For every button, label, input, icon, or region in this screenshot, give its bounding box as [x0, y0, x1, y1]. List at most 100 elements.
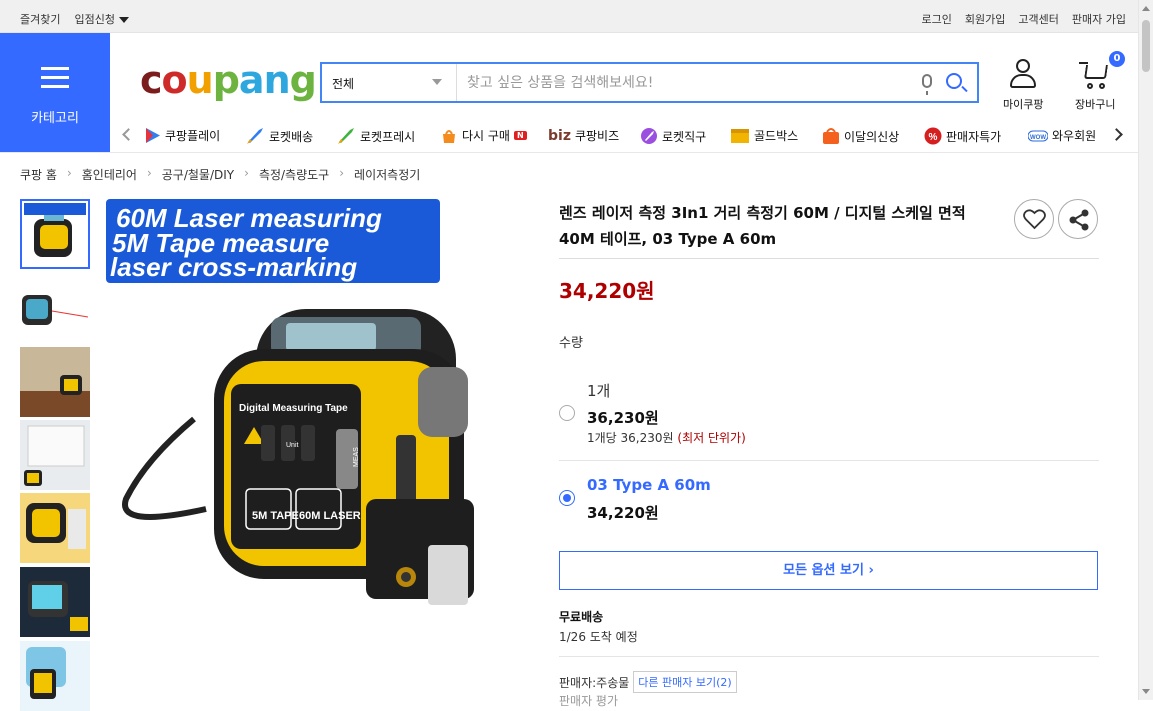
chevron-right-icon: ›	[66, 166, 72, 180]
shortcut-rocket-global[interactable]: 로켓직구	[640, 127, 706, 145]
rocket-global-icon	[641, 128, 657, 144]
shortcut-rebuy[interactable]: 다시 구매 N	[440, 127, 527, 144]
option-divider	[559, 460, 1099, 461]
quantity-label: 수량	[559, 336, 583, 351]
heart-icon	[1023, 209, 1046, 230]
microphone-icon[interactable]	[922, 74, 932, 95]
coupang-logo[interactable]: coupang	[140, 58, 317, 102]
rocket-icon	[247, 128, 263, 144]
category-label: 카테고리	[31, 111, 79, 126]
title-divider	[559, 258, 1099, 259]
thumbnail-4[interactable]	[20, 420, 90, 490]
share-button[interactable]	[1058, 199, 1098, 239]
lowest-unit-note: (최저 단위가)	[677, 431, 746, 445]
device-brand-label: Digital Measuring Tape	[239, 403, 348, 414]
breadcrumb-item[interactable]: 공구/철물/DIY	[162, 166, 234, 183]
shortcut-bar: 쿠팡플레이 로켓배송 로켓프레시 다시 구매 N biz 쿠팡비즈 로켓직구 골…	[110, 122, 1138, 152]
chevron-right-icon: ›	[339, 166, 345, 180]
cart-count-badge: 0	[1107, 49, 1127, 69]
seller-signup-link[interactable]: 판매자 가입	[1072, 11, 1126, 27]
svg-text:%: %	[929, 132, 938, 143]
shortcut-rocket[interactable]: 로켓배송	[245, 127, 313, 145]
top-utility-bar: 즐겨찾기 입점신청 로그인 회원가입 고객센터 판매자 가입	[0, 0, 1138, 33]
option-name: 03 Type A 60m	[587, 476, 711, 494]
share-icon	[1069, 209, 1089, 231]
chevron-left-icon[interactable]	[122, 128, 135, 141]
breadcrumb: 쿠팡 홈 › 홈인테리어 › 공구/철물/DIY › 측정/측량도구 › 레이저측정기	[20, 166, 420, 183]
option-unit-price: 1개당 36,230원 (최저 단위가)	[587, 431, 746, 445]
customer-center-link[interactable]: 고객센터	[1018, 11, 1058, 27]
shortcut-coupang-play[interactable]: 쿠팡플레이	[144, 127, 220, 144]
wishlist-button[interactable]	[1014, 199, 1054, 239]
option-name: 1개	[587, 382, 611, 400]
login-link[interactable]: 로그인	[922, 11, 952, 27]
chevron-right-icon: ›	[244, 166, 249, 180]
chevron-right-icon[interactable]	[1110, 128, 1123, 141]
main-product-image[interactable]: 60M Laser measuring 5M Tape measure lase…	[106, 199, 546, 639]
scroll-down-icon[interactable]	[1142, 689, 1150, 694]
signup-link[interactable]: 회원가입	[965, 11, 1005, 27]
seller-deal-icon: %	[924, 127, 942, 145]
rocket-fresh-icon	[338, 128, 354, 144]
goldbox-icon	[731, 129, 749, 143]
thumbnail-6[interactable]	[20, 567, 90, 637]
thumbnail-3[interactable]	[20, 347, 90, 417]
sale-price: 34,220원	[559, 279, 655, 303]
scroll-up-icon[interactable]	[1142, 6, 1150, 11]
option-price: 36,230원	[587, 409, 659, 427]
bookmark-link[interactable]: 즐겨찾기	[20, 11, 60, 27]
person-icon	[1008, 58, 1038, 90]
delivery-eta: 1/26 도착 예정	[559, 630, 638, 644]
shortcut-coupang-biz[interactable]: biz 쿠팡비즈	[548, 127, 619, 144]
new-arrival-icon	[823, 128, 839, 144]
search-icon[interactable]	[946, 73, 962, 89]
device-laser-label: 60M LASER	[299, 510, 361, 522]
device-meas-label: MEAS	[353, 447, 360, 467]
shortcut-wow[interactable]: WOW 와우회원	[1028, 127, 1098, 144]
option-price: 34,220원	[587, 504, 659, 522]
seller-rating-label: 판매자 평가	[559, 694, 619, 708]
svg-text:WOW: WOW	[1030, 135, 1046, 141]
search-input[interactable]	[467, 72, 907, 94]
category-button[interactable]: 카테고리	[0, 33, 110, 152]
seller-name[interactable]: 판매자:주송물	[559, 674, 629, 691]
breadcrumb-item[interactable]: 측정/측량도구	[259, 166, 329, 183]
caret-down-icon	[118, 17, 129, 23]
header-divider	[0, 152, 1138, 153]
all-options-button[interactable]: 모든 옵션 보기 ›	[559, 551, 1098, 590]
option-radio-2[interactable]	[559, 490, 575, 506]
shipping-divider	[559, 656, 1099, 657]
option-radio-1[interactable]	[559, 405, 575, 421]
seller-info: 판매자:주송물 다른 판매자 보기(2)	[559, 671, 737, 693]
product-photo: 60M Laser measuring 5M Tape measure lase…	[106, 199, 474, 605]
search-category-select[interactable]: 전체	[322, 64, 457, 101]
seller-apply-link[interactable]: 입점신청	[74, 11, 129, 27]
scroll-thumb[interactable]	[1142, 20, 1150, 72]
biz-icon: biz	[548, 127, 571, 144]
device-unit-label: Unit	[286, 442, 299, 449]
cart-icon	[1079, 58, 1111, 90]
breadcrumb-item[interactable]: 레이저측정기	[354, 166, 420, 183]
shortcut-goldbox[interactable]: 골드박스	[730, 127, 798, 144]
thumbnail-7[interactable]	[20, 641, 90, 711]
device-tape-label: 5M TAPE	[252, 510, 299, 522]
thumbnail-1[interactable]	[20, 199, 90, 269]
product-title: 렌즈 레이저 측정 3In1 거리 측정기 60M / 디지털 스케일 면적 4…	[559, 204, 966, 248]
shortcut-new-arrival[interactable]: 이달의신상	[822, 127, 899, 145]
rebuy-icon	[443, 130, 455, 143]
thumbnail-5[interactable]	[20, 493, 90, 563]
page-scrollbar[interactable]	[1138, 0, 1153, 700]
chevron-right-icon: ›	[146, 166, 152, 180]
chevron-down-icon	[432, 79, 442, 85]
wow-icon: WOW	[1028, 130, 1048, 141]
breadcrumb-item[interactable]: 홈인테리어	[82, 166, 137, 183]
breadcrumb-item[interactable]: 쿠팡 홈	[20, 166, 57, 183]
new-badge: N	[513, 131, 527, 140]
shortcut-rocket-fresh[interactable]: 로켓프레시	[336, 127, 415, 145]
mypage-button[interactable]: 마이쿠팡	[1003, 58, 1043, 112]
other-sellers-button[interactable]: 다른 판매자 보기(2)	[633, 671, 737, 693]
shipping-type: 무료배송	[559, 610, 604, 624]
play-icon	[146, 128, 160, 143]
shortcut-seller-deal[interactable]: % 판매자특가	[924, 127, 1001, 145]
hamburger-icon	[41, 67, 69, 94]
